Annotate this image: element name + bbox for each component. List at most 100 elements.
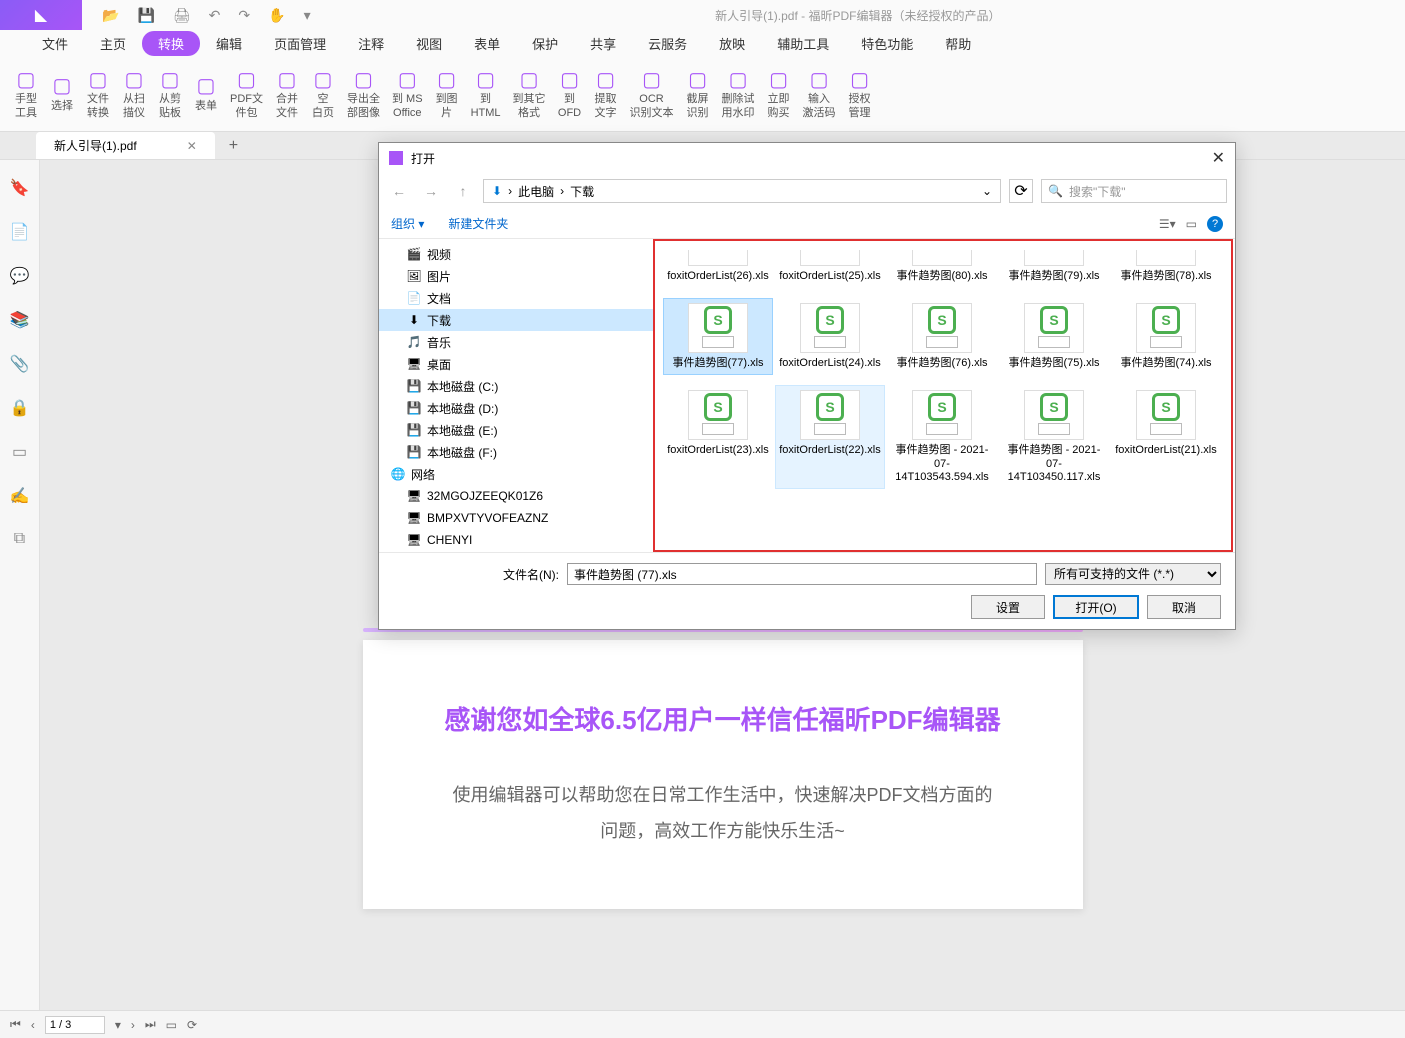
menu-accessibility[interactable]: 辅助工具	[761, 31, 845, 56]
settings-button[interactable]: 设置	[971, 595, 1045, 619]
search-box[interactable]: 🔍 搜索"下载"	[1041, 179, 1227, 203]
ribbon-item-2[interactable]: ▢文件转换	[80, 65, 116, 121]
dropdown-icon[interactable]: ▾	[304, 7, 311, 24]
add-tab-icon[interactable]: +	[229, 137, 238, 155]
document-tab[interactable]: 新人引导(1).pdf ✕	[36, 132, 215, 159]
ribbon-item-11[interactable]: ▢到图片	[429, 65, 465, 121]
file-item[interactable]: 事件趋势图(79).xls	[999, 245, 1109, 288]
ribbon-item-20[interactable]: ▢输入激活码	[797, 65, 842, 121]
close-icon[interactable]: ✕	[187, 139, 197, 153]
tree-item[interactable]: 🖥桌面	[379, 353, 654, 375]
refresh-icon[interactable]: ⟳	[1009, 179, 1033, 203]
rotate-icon[interactable]: ⟳	[187, 1018, 197, 1032]
file-item[interactable]: S事件趋势图(75).xls	[999, 298, 1109, 375]
file-item[interactable]: SfoxitOrderList(22).xls	[775, 385, 885, 489]
tree-item[interactable]: 🎵音乐	[379, 331, 654, 353]
close-icon[interactable]: ✕	[1212, 148, 1225, 168]
ribbon-item-4[interactable]: ▢从剪贴板	[152, 65, 188, 121]
menu-cloud[interactable]: 云服务	[632, 31, 703, 56]
filename-input[interactable]	[567, 563, 1037, 585]
save-icon[interactable]: 💾	[137, 7, 154, 24]
undo-icon[interactable]: ↶	[209, 7, 221, 24]
tree-item[interactable]: 🖼图片	[379, 265, 654, 287]
menu-protect[interactable]: 保护	[516, 31, 574, 56]
menu-share[interactable]: 共享	[574, 31, 632, 56]
path-bar[interactable]: ⬇ › 此电脑 › 下载 ⌄	[483, 179, 1001, 203]
menu-present[interactable]: 放映	[703, 31, 761, 56]
path-current[interactable]: 下载	[570, 183, 594, 200]
comments-icon[interactable]: 💬	[10, 266, 30, 286]
tree-item[interactable]: 🖥CHENYI	[379, 529, 654, 551]
hand-icon[interactable]: ✋	[268, 7, 285, 24]
preview-pane-icon[interactable]: ▭	[1186, 217, 1197, 231]
ribbon-item-12[interactable]: ▢到HTML	[465, 65, 507, 121]
ribbon-item-15[interactable]: ▢提取文字	[588, 65, 624, 121]
ribbon-item-19[interactable]: ▢立即购买	[761, 65, 797, 121]
reading-mode-icon[interactable]: ▭	[166, 1018, 177, 1032]
fields-icon[interactable]: ▭	[12, 442, 27, 462]
ribbon-item-5[interactable]: ▢表单	[188, 72, 224, 115]
security-icon[interactable]: 🔒	[10, 398, 30, 418]
menu-features[interactable]: 特色功能	[845, 31, 929, 56]
ribbon-item-1[interactable]: ▢选择	[44, 72, 80, 115]
file-item[interactable]: SfoxitOrderList(23).xls	[663, 385, 773, 489]
print-icon[interactable]: 🖨	[173, 7, 191, 24]
tree-item[interactable]: ⬇下载	[379, 309, 654, 331]
menu-help[interactable]: 帮助	[929, 31, 987, 56]
ribbon-item-17[interactable]: ▢截屏识别	[680, 65, 716, 121]
files-panel[interactable]: foxitOrderList(26).xlsfoxitOrderList(25)…	[655, 239, 1235, 552]
cancel-button[interactable]: 取消	[1147, 595, 1221, 619]
view-mode-icon[interactable]: ☰▾	[1159, 217, 1176, 231]
ribbon-item-8[interactable]: ▢空白页	[305, 65, 341, 121]
file-item[interactable]: S事件趋势图 - 2021-07-14T103450.117.xls	[999, 385, 1109, 489]
next-page-icon[interactable]: ›	[131, 1018, 135, 1032]
last-page-icon[interactable]: ⏭	[145, 1017, 156, 1032]
ribbon-item-3[interactable]: ▢从扫描仪	[116, 65, 152, 121]
ribbon-item-7[interactable]: ▢合并文件	[269, 65, 305, 121]
tree-item[interactable]: 💾本地磁盘 (D:)	[379, 397, 654, 419]
file-item[interactable]: S事件趋势图(76).xls	[887, 298, 997, 375]
open-icon[interactable]: 📂	[102, 7, 119, 24]
bookmark-icon[interactable]: 🔖	[10, 178, 30, 198]
menu-pages[interactable]: 页面管理	[258, 31, 342, 56]
chevron-down-icon[interactable]: ⌄	[982, 184, 992, 198]
help-icon[interactable]: ?	[1207, 216, 1223, 232]
organize-menu[interactable]: 组织 ▾	[391, 215, 424, 232]
ribbon-item-18[interactable]: ▢删除试用水印	[716, 65, 761, 121]
menu-convert[interactable]: 转换	[142, 31, 200, 56]
redo-icon[interactable]: ↷	[238, 7, 250, 24]
tree-item[interactable]: 🖥32MGOJZEEQK01Z6	[379, 485, 654, 507]
tree-item[interactable]: 💾本地磁盘 (E:)	[379, 419, 654, 441]
tree-item[interactable]: 🌐网络	[379, 463, 654, 485]
ribbon-item-14[interactable]: ▢到OFD	[552, 65, 588, 121]
prev-page-icon[interactable]: ‹	[31, 1018, 35, 1032]
file-item[interactable]: foxitOrderList(26).xls	[663, 245, 773, 288]
new-folder-button[interactable]: 新建文件夹	[448, 215, 508, 232]
filetype-select[interactable]: 所有可支持的文件 (*.*)	[1045, 563, 1221, 585]
ribbon-item-0[interactable]: ▢手型工具	[8, 65, 44, 121]
file-item[interactable]: S事件趋势图(77).xls	[663, 298, 773, 375]
menu-annotate[interactable]: 注释	[342, 31, 400, 56]
path-root[interactable]: 此电脑	[518, 183, 554, 200]
tree-item[interactable]: 💾本地磁盘 (F:)	[379, 441, 654, 463]
ribbon-item-9[interactable]: ▢导出全部图像	[341, 65, 386, 121]
back-icon[interactable]: ←	[387, 179, 411, 203]
file-item[interactable]: SfoxitOrderList(21).xls	[1111, 385, 1221, 489]
first-page-icon[interactable]: ⏮	[10, 1017, 21, 1032]
folder-tree[interactable]: 🎬视频🖼图片📄文档⬇下载🎵音乐🖥桌面💾本地磁盘 (C:)💾本地磁盘 (D:)💾本…	[379, 239, 655, 552]
compare-icon[interactable]: ⧉	[14, 530, 25, 548]
ribbon-item-21[interactable]: ▢授权管理	[842, 65, 878, 121]
ribbon-item-13[interactable]: ▢到其它格式	[507, 65, 552, 121]
ribbon-item-16[interactable]: ▢OCR识别文本	[624, 65, 680, 121]
up-icon[interactable]: ↑	[451, 179, 475, 203]
menu-file[interactable]: 文件	[26, 31, 84, 56]
menu-view[interactable]: 视图	[400, 31, 458, 56]
file-item[interactable]: S事件趋势图(74).xls	[1111, 298, 1221, 375]
file-item[interactable]: SfoxitOrderList(24).xls	[775, 298, 885, 375]
file-item[interactable]: S事件趋势图 - 2021-07-14T103543.594.xls	[887, 385, 997, 489]
ribbon-item-6[interactable]: ▢PDF文件包	[224, 65, 269, 121]
layers-icon[interactable]: 📚	[10, 310, 30, 330]
open-button[interactable]: 打开(O)	[1053, 595, 1139, 619]
page-dropdown-icon[interactable]: ▾	[115, 1018, 121, 1032]
signature-icon[interactable]: ✍	[10, 486, 30, 506]
